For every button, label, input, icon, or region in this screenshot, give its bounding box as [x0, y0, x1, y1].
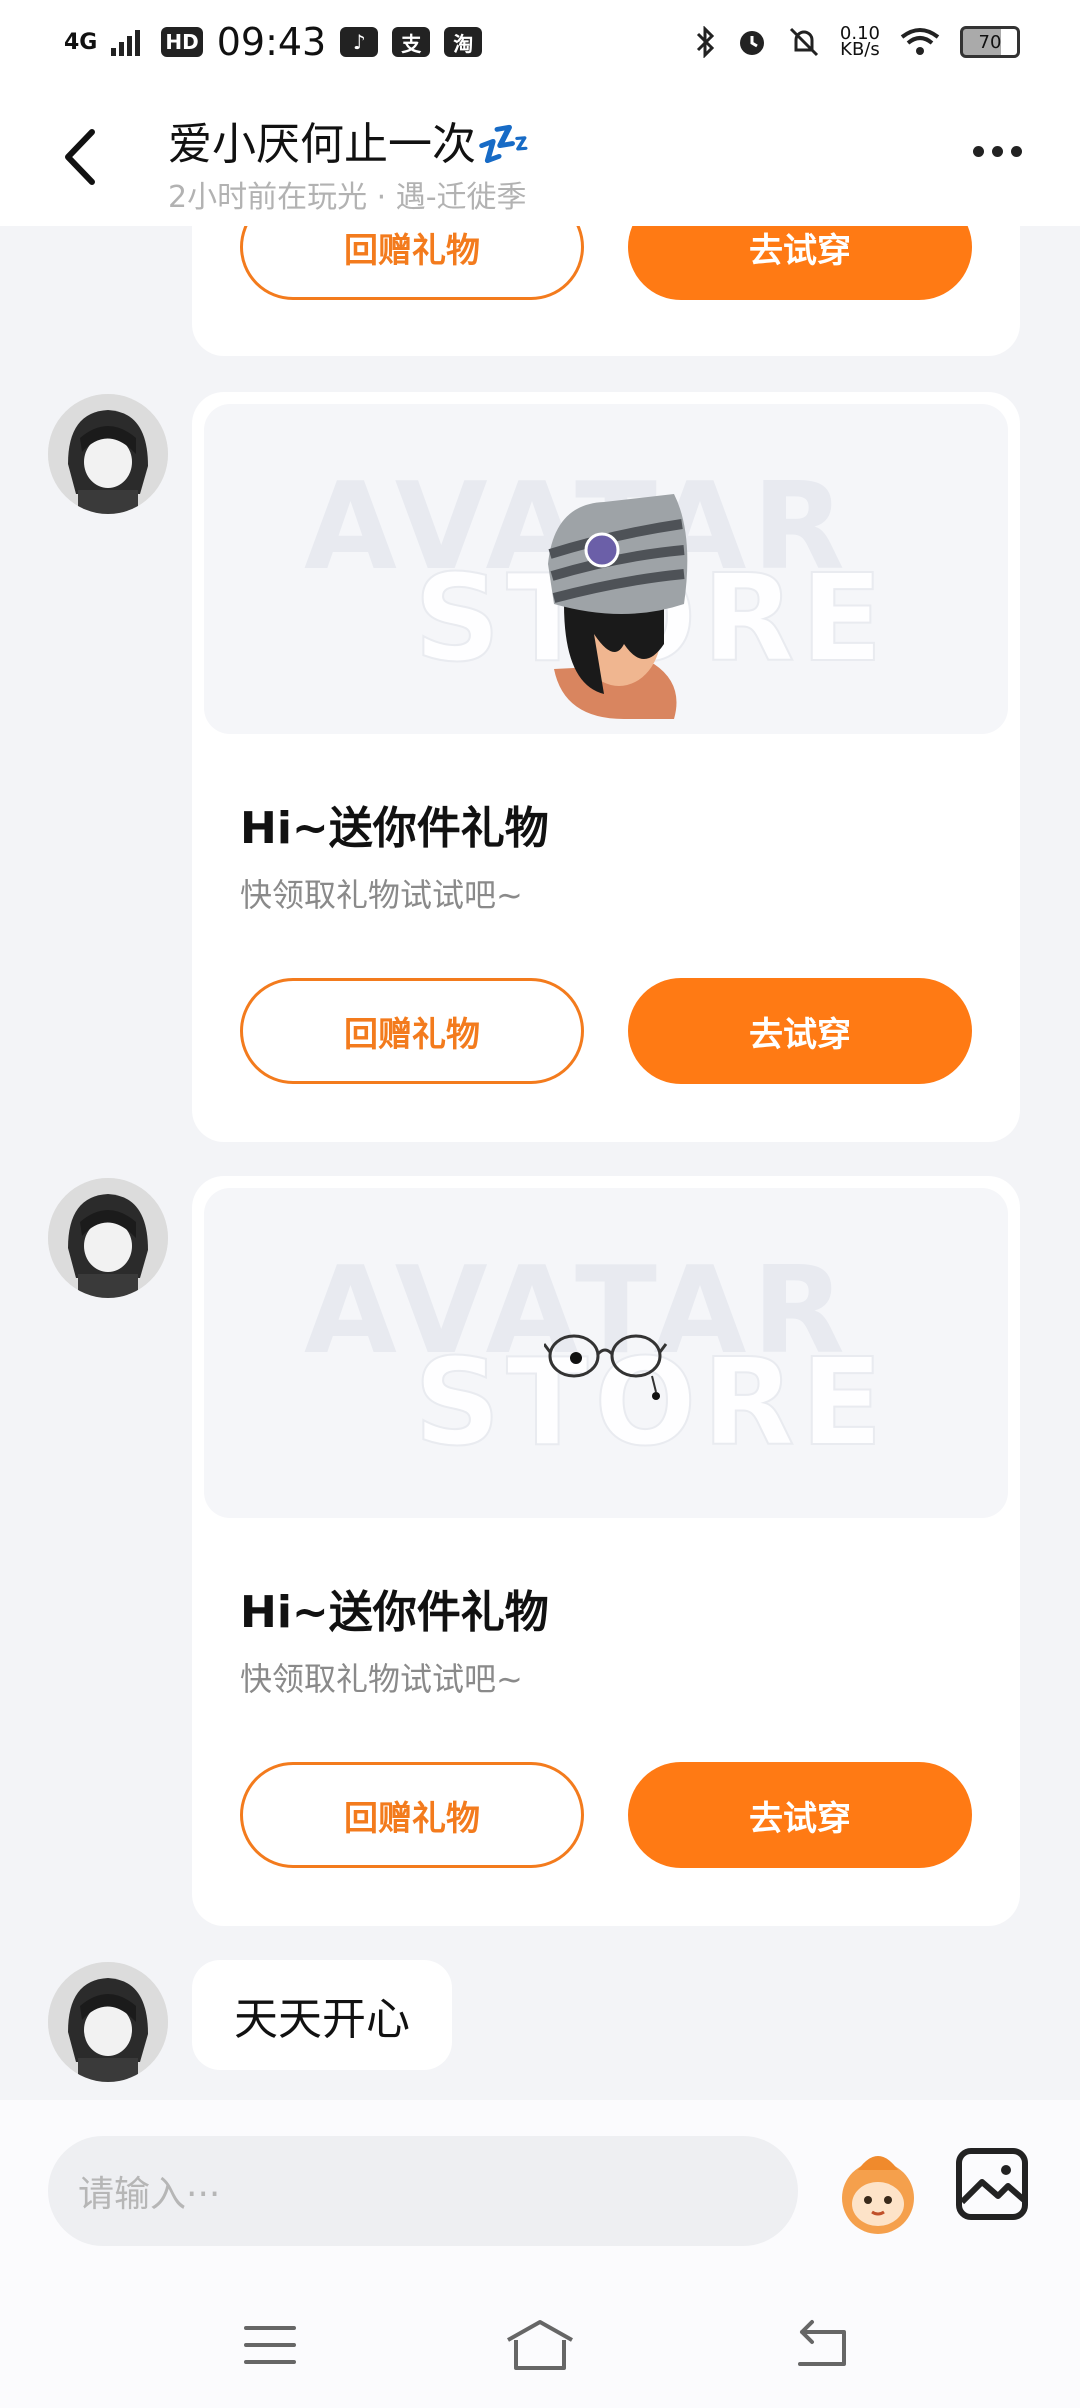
clock: 09:43 — [216, 20, 327, 64]
avatar[interactable] — [48, 1962, 168, 2082]
system-nav-bar — [0, 2280, 1080, 2408]
return-gift-button[interactable]: 回赠礼物 — [240, 978, 584, 1084]
return-gift-button[interactable]: 回赠礼物 — [240, 1762, 584, 1868]
avatar-image — [48, 1962, 168, 2082]
gift-card: AVATAR STORE Hi~送你件礼物 快领取礼物试试吧~ 回赠礼物 去试穿 — [192, 1176, 1020, 1926]
net-speed-unit: KB/s — [840, 39, 880, 60]
status-left: 4G HD 09:43 ♪ 支 淘 — [64, 20, 483, 64]
chat-area[interactable]: 回赠礼物 去试穿 AVATAR STORE Hi~送你件礼物 快领取礼物试 — [0, 226, 1080, 2100]
sleep-icon: 💤 — [476, 119, 531, 170]
alipay-icon: 支 — [392, 27, 431, 57]
input-bar: 请输入··· — [0, 2100, 1080, 2280]
contact-name: 爱小厌何止一次 — [168, 119, 476, 170]
avatar-image — [48, 1178, 168, 1298]
battery-icon: 70 — [960, 26, 1020, 58]
gift-card-desc: 快领取礼物试试吧~ — [240, 1660, 523, 1698]
dot — [992, 146, 1003, 157]
hat-item-image — [548, 494, 688, 719]
status-bar: 4G HD 09:43 ♪ 支 淘 0.10 KB/s 70 — [0, 0, 1080, 84]
gift-card-title: Hi~送你件礼物 — [240, 1587, 549, 1638]
hd-icon: HD — [161, 27, 203, 57]
chat-header: 爱小厌何止一次💤 2小时前在玩光 · 遇-迁徙季 — [0, 84, 1080, 226]
dot — [1011, 146, 1022, 157]
status-right: 0.10 KB/s 70 — [694, 25, 1020, 60]
net-speed: 0.10 KB/s — [840, 25, 880, 60]
try-on-button[interactable]: 去试穿 — [628, 978, 972, 1084]
gift-card-title: Hi~送你件礼物 — [240, 803, 549, 854]
back-button[interactable] — [56, 122, 106, 192]
gift-card-partial: 回赠礼物 去试穿 — [192, 226, 1020, 356]
back-nav-icon[interactable] — [792, 2318, 852, 2372]
taobao-icon: 淘 — [444, 27, 483, 57]
avatar[interactable] — [48, 1178, 168, 1298]
gift-card: AVATAR STORE Hi~送你件礼物 快领取礼物试试吧~ 回赠礼物 去试穿 — [192, 392, 1020, 1142]
bluetooth-icon — [696, 26, 715, 58]
return-gift-button[interactable]: 回赠礼物 — [240, 226, 584, 300]
dot — [973, 146, 984, 157]
text-message-bubble[interactable]: 天天开心 — [192, 1960, 452, 2070]
more-options-button[interactable] — [973, 146, 1022, 157]
message-input[interactable]: 请输入··· — [48, 2136, 798, 2246]
try-on-button[interactable]: 去试穿 — [628, 1762, 972, 1868]
avatar-image — [48, 394, 168, 514]
gift-preview[interactable]: AVATAR STORE — [204, 1188, 1008, 1518]
mute-icon — [789, 27, 818, 57]
menu-icon[interactable] — [240, 2318, 300, 2372]
chat-title: 爱小厌何止一次💤 — [168, 108, 531, 172]
home-icon[interactable] — [504, 2318, 576, 2372]
gift-card-desc: 快领取礼物试试吧~ — [240, 876, 523, 914]
alarm-icon — [739, 31, 764, 55]
signal-label: 4G — [64, 29, 98, 55]
try-on-button[interactable]: 去试穿 — [628, 226, 972, 300]
signal-icon — [111, 30, 141, 56]
gift-preview[interactable]: AVATAR STORE — [204, 404, 1008, 734]
glasses-item-image — [544, 1334, 668, 1400]
image-icon[interactable] — [954, 2146, 1030, 2222]
tiktok-icon: ♪ — [340, 27, 379, 57]
mascot-sticker-button[interactable] — [828, 2140, 928, 2240]
presence-status: 2小时前在玩光 · 遇-迁徙季 — [168, 180, 527, 215]
wifi-icon — [900, 28, 940, 55]
avatar[interactable] — [48, 394, 168, 514]
